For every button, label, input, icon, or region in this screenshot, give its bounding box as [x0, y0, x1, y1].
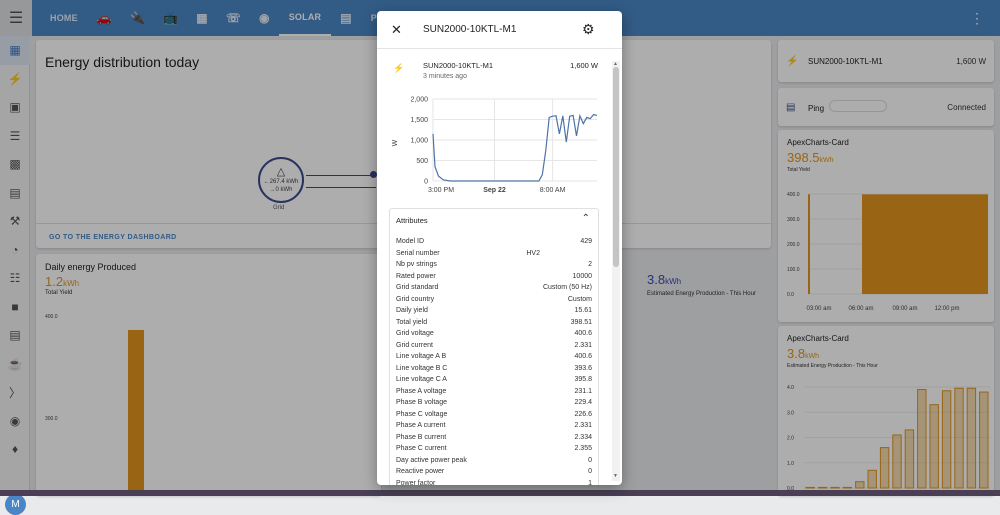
- attribute-row: Grid standard Custom (50 Hz): [396, 282, 592, 294]
- attribute-row: Power factor 1: [396, 478, 592, 486]
- more-info-dialog: ✕ SUN2000-10KTL-M1 ⚙ ⚡ SUN2000-10KTL-M1 …: [377, 11, 622, 485]
- attribute-value: 2.334: [574, 433, 592, 441]
- attribute-row: Model ID 429: [396, 236, 592, 248]
- attribute-row: Line voltage C A 395.8: [396, 374, 592, 386]
- attribute-value: Custom (50 Hz): [542, 284, 592, 291]
- gear-icon[interactable]: ⚙: [582, 21, 595, 38]
- attribute-row: Grid voltage 400.6: [396, 328, 592, 340]
- attribute-value: 393.6: [574, 364, 592, 372]
- attribute-name: Grid current: [396, 341, 433, 349]
- attribute-value: 2: [588, 261, 592, 268]
- y-tick-label: 1,500: [410, 117, 428, 124]
- attribute-row: Day active power peak 0: [396, 455, 592, 467]
- attribute-value: HV2: [526, 249, 540, 257]
- attribute-name: Phase C current: [396, 445, 447, 452]
- y-tick-label: 0: [424, 179, 428, 186]
- attribute-name: Rated power: [396, 272, 436, 280]
- y-tick-label: 500: [416, 158, 428, 165]
- attribute-name: Phase A voltage: [396, 387, 447, 395]
- attribute-name: Grid standard: [396, 284, 439, 291]
- attribute-name: Nb pv strings: [396, 261, 437, 268]
- attribute-row: Total yield 398.51: [396, 317, 592, 329]
- attribute-value: 400.6: [574, 330, 592, 337]
- attribute-name: Reactive power: [396, 468, 445, 475]
- attribute-row: Phase B current 2.334: [396, 432, 592, 444]
- attribute-value: 15.61: [574, 307, 592, 314]
- attribute-row: Reactive power 0: [396, 466, 592, 478]
- attribute-name: Line voltage A B: [396, 353, 447, 360]
- attribute-name: Day active power peak: [396, 456, 467, 464]
- scroll-down-icon[interactable]: ▼: [613, 473, 618, 479]
- x-tick-label: Sep 22: [483, 187, 506, 194]
- x-tick-label: 8:00 AM: [540, 187, 566, 194]
- attribute-row: Serial number HV2: [396, 248, 592, 260]
- attribute-row: Grid country Custom: [396, 294, 592, 306]
- attribute-row: Line voltage B C 393.6: [396, 363, 592, 375]
- attribute-row: Phase B voltage 229.4: [396, 397, 592, 409]
- attribute-name: Daily yield: [396, 307, 428, 314]
- y-axis-label: W: [392, 139, 399, 146]
- attribute-name: Phase C voltage: [396, 410, 448, 418]
- attribute-name: Power factor: [396, 479, 436, 486]
- y-tick-label: 2,000: [410, 97, 428, 104]
- attribute-value: 2.355: [574, 445, 592, 452]
- attribute-value: 398.51: [570, 318, 592, 326]
- entity-last-changed: 3 minutes ago: [423, 73, 467, 80]
- dialog-header: ✕ SUN2000-10KTL-M1 ⚙: [377, 11, 622, 49]
- scrollbar-thumb[interactable]: [613, 67, 619, 267]
- y-tick-label: 1,000: [410, 138, 428, 145]
- attribute-name: Grid country: [396, 295, 435, 303]
- attribute-row: Line voltage A B 400.6: [396, 351, 592, 363]
- attribute-value: 1: [588, 479, 592, 486]
- attributes-panel: Attributes ⌃ Model ID 429 Serial number HV2…: [389, 208, 599, 485]
- attribute-value: 2.331: [574, 422, 592, 429]
- attribute-value: 0: [588, 456, 592, 464]
- entity-row: ⚡ SUN2000-10KTL-M1 3 minutes ago 1,600 W: [393, 61, 598, 85]
- attribute-name: Total yield: [396, 318, 428, 326]
- attribute-row: Phase C current 2.355: [396, 443, 592, 455]
- attribute-value: 429: [580, 238, 592, 245]
- attribute-value: 0: [588, 468, 592, 475]
- taskbar-strip: [0, 490, 1000, 496]
- history-chart[interactable]: 0 500 1,000 1,500 2,000 3:00 PM Sep 22 8:00 AM W: [391, 93, 601, 201]
- attribute-row: Phase C voltage 226.6: [396, 409, 592, 421]
- attribute-name: Line voltage B C: [396, 364, 448, 372]
- dialog-scrollbar[interactable]: ▲ ▼: [612, 61, 620, 481]
- attribute-value: 231.1: [574, 387, 592, 395]
- attribute-name: Phase B current: [396, 433, 447, 441]
- attribute-value: 10000: [572, 272, 592, 280]
- close-icon[interactable]: ✕: [391, 22, 402, 38]
- avatar[interactable]: M: [5, 494, 26, 515]
- attribute-value: 395.8: [574, 376, 592, 383]
- attribute-value: 229.4: [574, 399, 592, 406]
- entity-value: 1,600 W: [570, 61, 598, 70]
- attribute-row: Nb pv strings 2: [396, 259, 592, 271]
- attribute-name: Grid voltage: [396, 330, 434, 337]
- attribute-value: 2.331: [574, 341, 592, 349]
- attribute-row: Phase A current 2.331: [396, 420, 592, 432]
- attribute-name: Line voltage C A: [396, 376, 447, 383]
- dialog-title: SUN2000-10KTL-M1: [423, 24, 517, 35]
- attribute-name: Serial number: [396, 249, 440, 257]
- attribute-value: 400.6: [574, 353, 592, 360]
- attribute-row: Phase A voltage 231.1: [396, 386, 592, 398]
- attribute-name: Phase A current: [396, 422, 446, 429]
- attribute-name: Model ID: [396, 238, 425, 245]
- power-series-line: [432, 113, 598, 182]
- chevron-up-icon[interactable]: ⌃: [582, 213, 590, 224]
- attribute-value: 226.6: [574, 410, 592, 418]
- attribute-name: Phase B voltage: [396, 399, 447, 406]
- entity-name: SUN2000-10KTL-M1: [423, 61, 494, 70]
- attribute-list: Model ID 429 Serial number HV2 Nb pv strings…: [396, 236, 592, 485]
- attributes-header[interactable]: Attributes: [396, 216, 428, 225]
- attribute-value: Custom: [567, 295, 592, 303]
- history-chart-svg: 0 500 1,000 1,500 2,000 3:00 PM Sep 22 8:00 AM W: [392, 97, 598, 194]
- x-tick-label: 3:00 PM: [428, 187, 454, 194]
- attribute-row: Daily yield 15.61: [396, 305, 592, 317]
- solar-power-icon: ⚡: [393, 63, 405, 73]
- attribute-row: Grid current 2.331: [396, 340, 592, 352]
- attribute-row: Rated power 10000: [396, 271, 592, 283]
